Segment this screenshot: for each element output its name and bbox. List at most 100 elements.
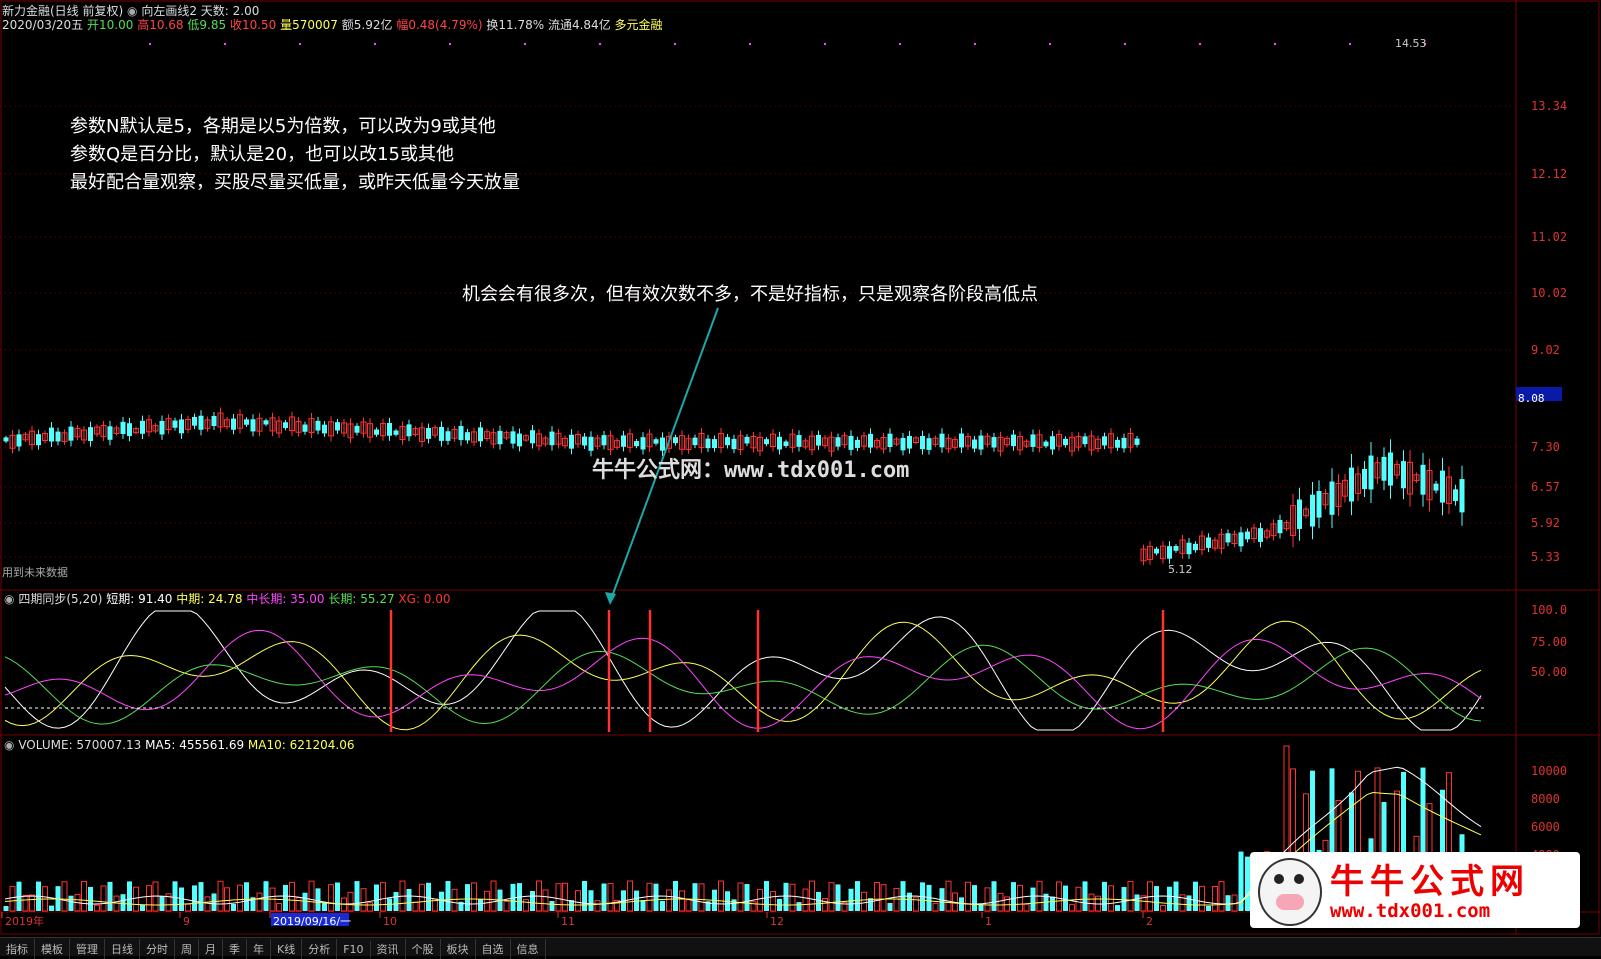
volume-bar-down bbox=[426, 882, 431, 911]
note-line-3: 最好配合量观察，买股尽量买低量，或昨天低量今天放量 bbox=[70, 172, 520, 193]
candle-down bbox=[705, 438, 711, 449]
volume-bar-down bbox=[1011, 882, 1016, 911]
indicator-axis-label: 100.0 bbox=[1531, 603, 1567, 617]
bottom-tab-5[interactable]: 周 bbox=[175, 939, 199, 959]
indicator-midlong: 中长期: 35.00 bbox=[246, 592, 325, 606]
candle-down bbox=[439, 426, 444, 441]
candle-down bbox=[107, 426, 113, 440]
bottom-tab-14[interactable]: 板块 bbox=[441, 939, 476, 959]
volume-bar-down bbox=[1206, 905, 1211, 911]
volume-bar-up bbox=[789, 883, 796, 912]
chart-window[interactable]: 新力金融(日线 前复权) ◉ 向左画线2 天数: 2.00 2020/03/20… bbox=[0, 0, 1601, 959]
future-data-label: 用到未来数据 bbox=[2, 566, 68, 579]
volume-bar-down bbox=[263, 881, 269, 911]
volume-bar-up bbox=[185, 903, 191, 912]
candle-down bbox=[335, 422, 340, 431]
bottom-tab-15[interactable]: 自选 bbox=[476, 939, 511, 959]
bottom-tab-16[interactable]: 信息 bbox=[511, 939, 546, 959]
signal-dot bbox=[1273, 42, 1277, 46]
volume-toggle-icon[interactable]: ◉ bbox=[4, 738, 14, 752]
volume-bar-down bbox=[68, 895, 74, 911]
volume-bar-up bbox=[276, 902, 282, 912]
volume-bar-down bbox=[478, 899, 483, 911]
volume-bar-up bbox=[1017, 884, 1023, 912]
current-price-tag: 8.08 bbox=[1516, 387, 1562, 405]
bottom-tab-11[interactable]: F10 bbox=[337, 941, 371, 958]
time-axis-label: 9 bbox=[183, 915, 190, 928]
volume-bar-down bbox=[322, 903, 327, 911]
bottom-tab-12[interactable]: 资讯 bbox=[371, 939, 406, 959]
candle-down bbox=[49, 427, 54, 442]
volume-bar-down bbox=[302, 892, 308, 911]
bottom-tab-7[interactable]: 季 bbox=[223, 939, 247, 959]
volume-panel-header: ◉ VOLUME: 570007.13 MA5: 455561.69 MA10:… bbox=[4, 738, 355, 752]
bottom-tab-1[interactable]: 模板 bbox=[35, 939, 70, 959]
time-axis-label: 10 bbox=[383, 915, 397, 928]
bottom-tab-2[interactable]: 管理 bbox=[70, 939, 105, 959]
candle-down bbox=[1401, 461, 1406, 489]
signal-dot bbox=[148, 42, 152, 46]
volume-bar-up bbox=[542, 889, 549, 912]
volume-bar-up bbox=[451, 888, 458, 912]
volume-bar-down bbox=[796, 902, 802, 911]
candle-down bbox=[777, 436, 782, 450]
volume-bar-down bbox=[783, 882, 789, 911]
volume-bar-down bbox=[465, 884, 470, 911]
signal-dot bbox=[1198, 42, 1202, 46]
bottom-tab-9[interactable]: K线 bbox=[271, 939, 303, 959]
panel-toggle-icon[interactable]: ◉ bbox=[4, 592, 14, 606]
price-axis-label: 12.12 bbox=[1531, 167, 1567, 181]
volume-axis-label: 10000 bbox=[1531, 764, 1567, 778]
bottom-tab-8[interactable]: 年 bbox=[247, 939, 271, 959]
candle-down bbox=[16, 434, 22, 447]
candle-down bbox=[848, 435, 854, 450]
indicator-mid: 中期: 24.78 bbox=[176, 592, 243, 606]
volume-ma10: MA10: 621204.06 bbox=[247, 738, 355, 752]
candle-down bbox=[731, 438, 737, 450]
bottom-tab-3[interactable]: 日线 bbox=[105, 939, 140, 959]
volume-bar-up bbox=[997, 892, 1004, 912]
volume-bar-up bbox=[575, 890, 581, 912]
volume-bar-up bbox=[22, 894, 29, 912]
candle-down bbox=[458, 426, 464, 441]
bottom-tab-10[interactable]: 分析 bbox=[302, 939, 338, 959]
bottom-tab-6[interactable]: 月 bbox=[199, 939, 223, 959]
candle-down bbox=[1063, 438, 1068, 446]
indicator-short: 短期: 91.40 bbox=[106, 592, 173, 606]
time-axis-label: 2019/09/16/一 bbox=[273, 915, 351, 928]
volume-bar-up bbox=[594, 900, 601, 912]
candle-down bbox=[725, 437, 730, 446]
candle-down bbox=[1258, 528, 1263, 542]
volume-bar-down bbox=[582, 881, 587, 911]
volume-bar-up bbox=[698, 883, 705, 912]
candle-down bbox=[959, 433, 964, 448]
volume-bar-up bbox=[627, 880, 633, 912]
volume-bar-down bbox=[1063, 885, 1068, 911]
volume-bar-up bbox=[328, 884, 334, 912]
volume-bar-up bbox=[945, 880, 952, 912]
candle-down bbox=[926, 438, 932, 450]
volume-bar-up bbox=[562, 882, 568, 912]
candle-down bbox=[244, 419, 249, 425]
candle-down bbox=[1368, 455, 1374, 490]
logo-url: www.tdx001.com bbox=[1330, 900, 1491, 922]
indicator-line-mid bbox=[4, 620, 1482, 731]
indicator-title[interactable]: 四期同步(5,20) bbox=[18, 592, 102, 606]
volume-bar-down bbox=[1134, 894, 1140, 911]
cow-icon bbox=[1258, 858, 1322, 926]
indicator-xg: XG: 0.00 bbox=[398, 592, 451, 606]
candle-down bbox=[868, 433, 873, 448]
candle-down bbox=[283, 422, 288, 428]
bottom-tab-4[interactable]: 分时 bbox=[140, 939, 175, 959]
candle-down bbox=[1225, 533, 1231, 543]
candle-down bbox=[588, 436, 594, 451]
bottom-tab-13[interactable]: 个股 bbox=[406, 939, 441, 959]
bottom-tab-0[interactable]: 指标 bbox=[0, 939, 35, 959]
indicator-line-midlong bbox=[4, 629, 1482, 730]
callout-arrow-head bbox=[605, 592, 616, 605]
candle-down bbox=[374, 429, 379, 435]
candle-down bbox=[582, 436, 587, 446]
volume-title[interactable]: VOLUME: 570007.13 bbox=[18, 738, 141, 752]
volume-bar-up bbox=[1218, 881, 1225, 912]
volume-bar-down bbox=[231, 903, 236, 911]
